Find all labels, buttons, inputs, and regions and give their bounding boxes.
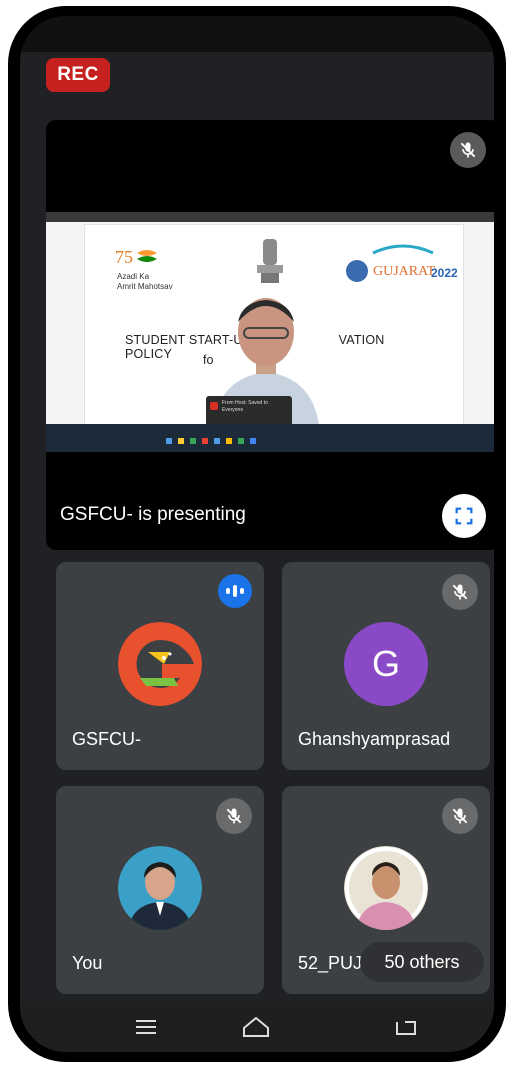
shared-taskbar xyxy=(46,424,494,452)
mic-off-icon xyxy=(216,798,252,834)
mic-off-icon xyxy=(442,574,478,610)
gsfcu-logo-avatar xyxy=(118,622,202,706)
participant-name: You xyxy=(72,953,103,973)
fullscreen-button[interactable] xyxy=(442,494,486,538)
participant-name: 52_PUJ xyxy=(298,953,363,973)
others-badge[interactable]: 50 others xyxy=(360,942,484,982)
menu-icon xyxy=(136,1020,156,1034)
mic-off-icon xyxy=(442,798,478,834)
participant-name: Ghanshyamprasad xyxy=(298,729,451,749)
shared-slide: 75 Azadi Ka Amrit Mahotsav GUJARAT 2022 … xyxy=(46,212,494,452)
svg-text:Amrit Mahotsav: Amrit Mahotsav xyxy=(117,282,173,291)
avatar: G xyxy=(344,622,428,706)
mic-off-icon xyxy=(450,132,486,168)
meeting-screen: REC 75 Azadi Ka Amrit Mahotsav GUJARAT 2… xyxy=(20,16,494,1052)
presentation-tile[interactable]: 75 Azadi Ka Amrit Mahotsav GUJARAT 2022 … xyxy=(46,120,494,550)
vibrant-gujarat-logo: GUJARAT 2022 xyxy=(346,244,458,282)
home-icon xyxy=(243,1016,269,1037)
user-photo-avatar xyxy=(118,846,202,930)
participant-tile-ghanshyamprasad[interactable]: G Ghanshyamprasad xyxy=(282,562,490,770)
menu-button[interactable] xyxy=(126,1012,166,1042)
participant-name: GSFCU- xyxy=(72,729,141,749)
chat-popup-icon xyxy=(210,402,218,410)
svg-text:2022: 2022 xyxy=(431,266,458,280)
phone-frame: REC 75 Azadi Ka Amrit Mahotsav GUJARAT 2… xyxy=(8,6,506,1062)
svg-text:GUJARAT: GUJARAT xyxy=(373,264,436,279)
participant-tile-gsfcu[interactable]: GSFCU- xyxy=(56,562,264,770)
navigation-bar xyxy=(20,1002,494,1052)
taskbar-icons xyxy=(166,438,256,444)
presenting-caption: GSFCU- is presenting xyxy=(60,504,246,525)
svg-text:Azadi Ka: Azadi Ka xyxy=(117,272,150,281)
speaking-indicator-icon xyxy=(218,574,252,608)
slide-window-bar xyxy=(46,212,494,222)
status-bar xyxy=(20,16,494,52)
azadi-logo: 75 Azadi Ka Amrit Mahotsav xyxy=(115,247,173,291)
back-icon xyxy=(396,1021,416,1035)
fullscreen-icon xyxy=(455,507,473,525)
chat-popup-text: From Host: Saved to Everyone xyxy=(222,400,268,413)
participant-tile-you[interactable]: You xyxy=(56,786,264,994)
svg-text:75: 75 xyxy=(115,247,133,267)
user-photo-avatar xyxy=(344,846,428,930)
home-button[interactable] xyxy=(236,1012,276,1042)
back-button[interactable] xyxy=(386,1012,426,1042)
recording-badge: REC xyxy=(46,58,110,92)
